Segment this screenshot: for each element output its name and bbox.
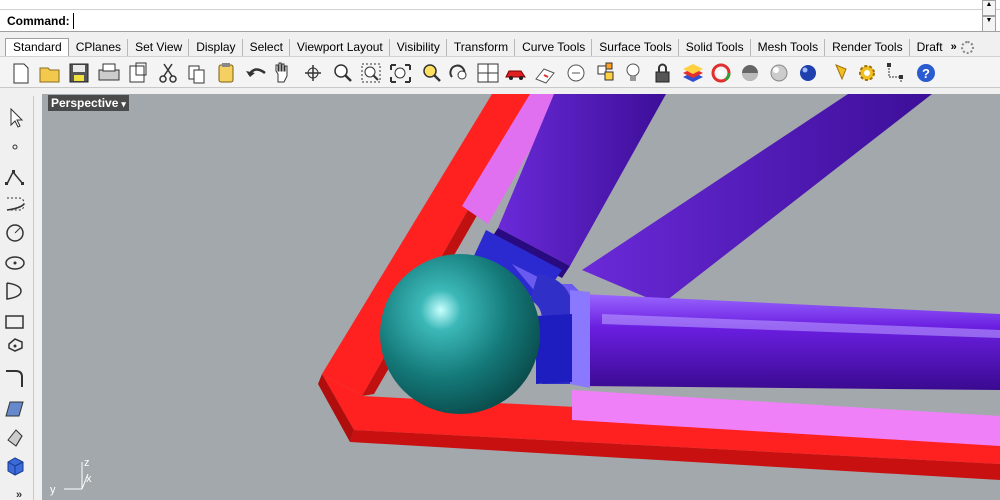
- curve-icon[interactable]: [6, 197, 25, 211]
- ghost-icon[interactable]: [770, 64, 788, 82]
- circle-icon[interactable]: [6, 224, 24, 242]
- rectangle-icon[interactable]: [5, 315, 24, 329]
- viewport-title[interactable]: Perspective ▾: [48, 95, 129, 111]
- tab-visibility[interactable]: Visibility: [390, 39, 447, 56]
- tabs-settings-icon[interactable]: [960, 41, 974, 54]
- tab-curve-tools[interactable]: Curve Tools: [515, 39, 593, 56]
- zoom-selected-icon[interactable]: [423, 64, 441, 82]
- import-icon[interactable]: [129, 62, 147, 83]
- polyline-icon[interactable]: [5, 170, 24, 185]
- select-arrow-icon[interactable]: [10, 107, 24, 128]
- more-icon[interactable]: »: [16, 489, 22, 500]
- new-icon[interactable]: [13, 63, 29, 84]
- lock-icon[interactable]: [655, 63, 670, 83]
- fillet-icon[interactable]: [6, 370, 23, 387]
- axis-z-label: z: [84, 457, 90, 469]
- toolbar-tabs: Standard CPlanes Set View Display Select…: [0, 38, 1000, 56]
- viewport-menu-chevron-icon[interactable]: ▾: [121, 99, 126, 109]
- tab-render-tools[interactable]: Render Tools: [825, 39, 910, 56]
- tab-set-view[interactable]: Set View: [128, 39, 190, 56]
- extrude-icon[interactable]: [7, 429, 23, 447]
- command-label: Command:: [7, 13, 70, 28]
- render-sphere-icon[interactable]: [800, 65, 816, 81]
- main-toolbar-left: »: [0, 96, 34, 500]
- layer-icon[interactable]: [683, 64, 703, 82]
- scroll-down-button[interactable]: ▼: [982, 16, 996, 32]
- polygon-icon[interactable]: [8, 338, 23, 352]
- rotate-view-icon[interactable]: [305, 65, 321, 81]
- tab-standard[interactable]: Standard: [5, 38, 69, 56]
- car-icon[interactable]: [505, 70, 526, 80]
- tabs-overflow-button[interactable]: »: [951, 39, 957, 56]
- box-icon[interactable]: [7, 457, 24, 476]
- paste-icon[interactable]: [218, 63, 234, 83]
- tab-solid-tools[interactable]: Solid Tools: [679, 39, 751, 56]
- command-scrollbar[interactable]: ▲ ▼: [982, 0, 996, 32]
- purple-tube-horizontal: [582, 294, 1000, 390]
- command-history: [0, 0, 1000, 10]
- four-viewports-icon[interactable]: [477, 63, 499, 83]
- axis-y-label: y: [50, 484, 56, 496]
- surface-icon[interactable]: [5, 401, 24, 417]
- sun-icon[interactable]: [835, 64, 847, 81]
- command-input[interactable]: [72, 12, 953, 29]
- perspective-viewport[interactable]: z x y: [42, 94, 1000, 500]
- teal-ball-node: [380, 254, 540, 414]
- connector-horizontal: [536, 314, 572, 384]
- dimension-icon[interactable]: [887, 63, 903, 83]
- scene-3d: z x y: [50, 94, 1000, 496]
- pan-icon[interactable]: [275, 62, 288, 83]
- tab-viewport-layout[interactable]: Viewport Layout: [290, 39, 390, 56]
- perspective-icon[interactable]: [535, 68, 555, 84]
- purple-tube-horizontal-rim: [570, 290, 590, 388]
- tab-draft[interactable]: Draft: [910, 39, 949, 56]
- axis-x-label: x: [86, 473, 92, 485]
- zoom-dynamic-icon[interactable]: [334, 64, 352, 82]
- zoom-extents-icon[interactable]: [390, 64, 411, 83]
- command-bar: Command:: [0, 10, 1000, 32]
- svg-text:?: ?: [922, 66, 930, 81]
- bulb-icon[interactable]: [626, 63, 640, 81]
- arc-icon[interactable]: [6, 282, 22, 300]
- tab-transform[interactable]: Transform: [447, 39, 516, 56]
- undo-icon[interactable]: [246, 68, 266, 77]
- zoom-window-icon[interactable]: [361, 63, 381, 83]
- gear-settings-icon[interactable]: [859, 65, 875, 81]
- scroll-up-button[interactable]: ▲: [982, 0, 996, 16]
- standard-toolbar: ?: [0, 56, 1000, 88]
- open-icon[interactable]: [39, 67, 60, 83]
- tab-select[interactable]: Select: [243, 39, 290, 56]
- color-wheel-icon[interactable]: [711, 63, 731, 83]
- tab-cplanes[interactable]: CPlanes: [69, 39, 129, 56]
- tab-display[interactable]: Display: [189, 39, 243, 56]
- rotate-icon[interactable]: [449, 64, 467, 80]
- print-icon[interactable]: [98, 63, 120, 81]
- cut-icon[interactable]: [159, 63, 177, 83]
- tab-surface-tools[interactable]: Surface Tools: [592, 39, 679, 56]
- tab-mesh-tools[interactable]: Mesh Tools: [751, 39, 826, 56]
- osnap-icon[interactable]: [597, 62, 614, 81]
- point-icon[interactable]: [12, 144, 18, 150]
- ellipse-icon[interactable]: [5, 256, 25, 270]
- viewport-title-label: Perspective: [51, 96, 119, 110]
- render-shade-icon[interactable]: [742, 65, 758, 81]
- copy-icon[interactable]: [188, 65, 205, 84]
- cplane-icon[interactable]: [567, 64, 585, 82]
- help-icon[interactable]: ?: [917, 64, 935, 82]
- save-icon[interactable]: [69, 63, 89, 83]
